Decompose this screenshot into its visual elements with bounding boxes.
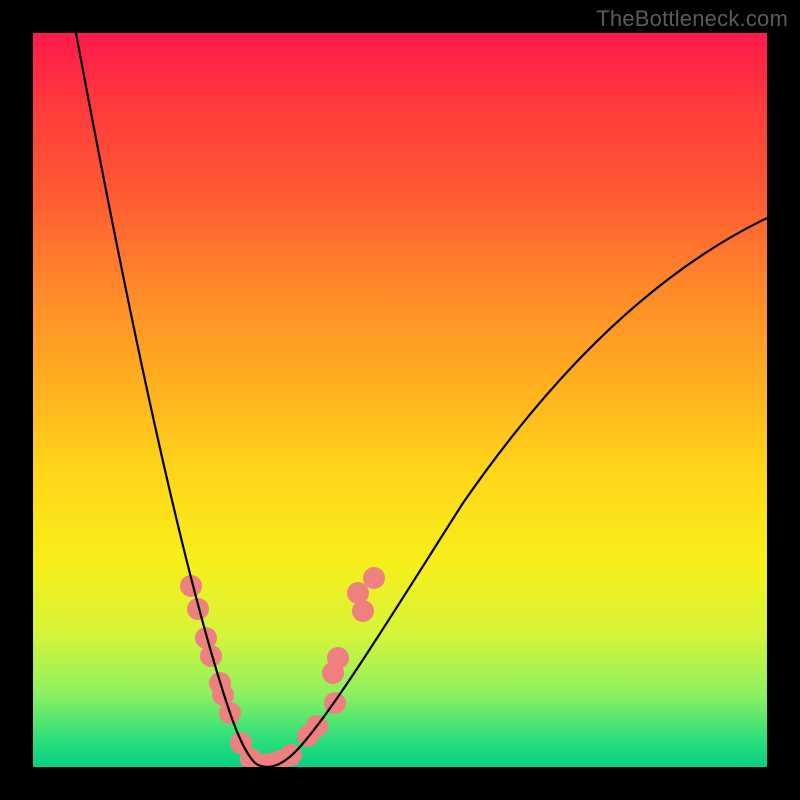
scatter-point <box>327 647 349 669</box>
plot-svg <box>33 33 767 767</box>
watermark-text: TheBottleneck.com <box>596 6 788 32</box>
scatter-point <box>363 567 385 589</box>
scatter-point <box>347 582 369 604</box>
plot-area <box>33 33 767 767</box>
chart-frame: TheBottleneck.com <box>0 0 800 800</box>
curve-right <box>267 218 767 767</box>
scatter-layer <box>180 567 385 767</box>
curve-left <box>76 33 267 767</box>
